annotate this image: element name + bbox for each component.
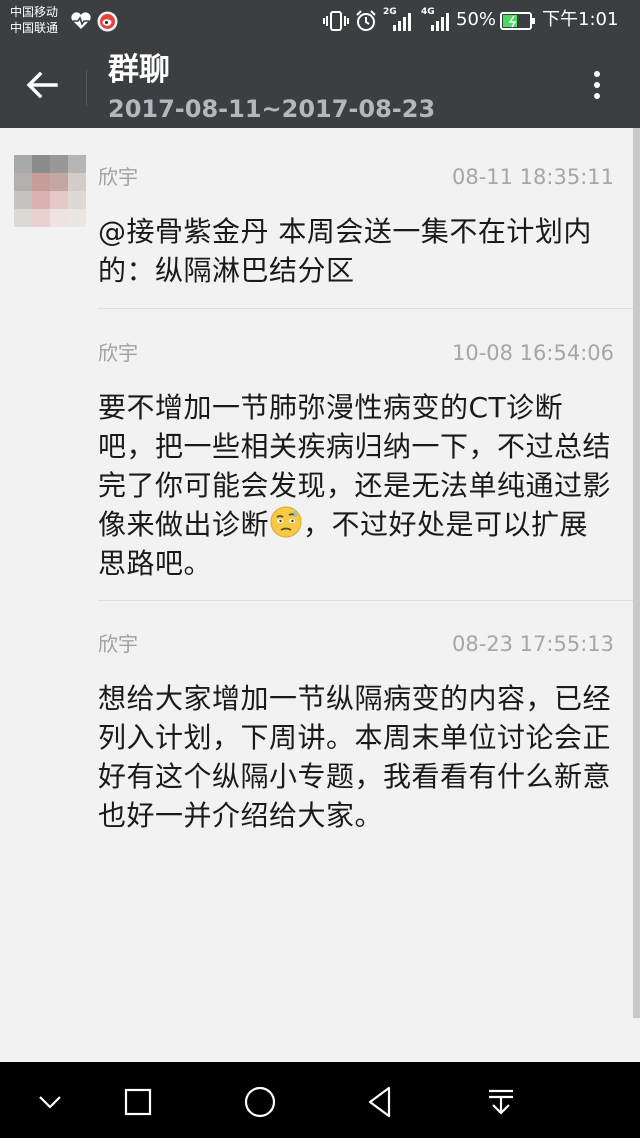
thinking-face-emoji	[270, 506, 302, 538]
message-divider	[98, 600, 640, 601]
message-time: 08-11 18:35:11	[451, 165, 614, 189]
home-icon[interactable]	[240, 1082, 280, 1122]
signal-icon-2	[431, 13, 449, 31]
message-text: 想给大家增加一节纵隔病变的内容，已经列入计划，下周讲。本周末单位讨论会正好有这个…	[98, 682, 612, 832]
message-text: 要不增加一节肺弥漫性病变的CT诊断吧，把一些相关疾病归纳一下，不过总结完了你可能…	[98, 388, 614, 583]
message-divider	[98, 308, 640, 309]
more-options-icon[interactable]	[580, 66, 614, 106]
collapse-icon[interactable]	[30, 1082, 70, 1122]
sender-name: 欣宇	[98, 341, 138, 365]
clock: 下午1:01	[542, 9, 619, 30]
weibo-icon	[97, 11, 118, 32]
more-dot	[594, 71, 600, 77]
battery-icon	[500, 12, 535, 30]
message-list[interactable]: 欣宇 08-11 18:35:11 @接骨紫金丹 本周会送一集不在计划内的：纵隔…	[0, 128, 640, 1062]
message-time: 10-08 16:54:06	[451, 341, 614, 365]
title-divider	[86, 70, 87, 106]
vibrate-icon	[323, 11, 349, 31]
recent-apps-icon[interactable]	[118, 1082, 158, 1122]
page-title: 群聊	[108, 52, 170, 88]
back-arrow-icon[interactable]	[22, 65, 62, 105]
sender-name: 欣宇	[98, 632, 138, 656]
message-time: 08-23 17:55:13	[451, 632, 614, 656]
signal-icon	[393, 13, 411, 31]
carrier-1: 中国移动	[10, 5, 59, 19]
alarm-icon	[356, 10, 376, 31]
notifications-icon[interactable]	[481, 1082, 521, 1122]
heart-rate-icon	[71, 12, 91, 29]
more-dot	[594, 82, 600, 88]
sender-name: 欣宇	[98, 165, 138, 189]
more-dot	[594, 93, 600, 99]
back-icon[interactable]	[360, 1082, 400, 1122]
date-range: 2017-08-11~2017-08-23	[108, 95, 436, 123]
title-bar: 群聊 2017-08-11~2017-08-23	[0, 42, 640, 128]
status-bar: 中国移动 中国联通 2G 4G 50% 下午1:01	[0, 0, 640, 42]
carrier-2: 中国联通	[10, 21, 59, 35]
carrier-info: 中国移动 中国联通	[10, 4, 58, 36]
navigation-bar	[0, 1062, 640, 1138]
message-text: @接骨紫金丹 本周会送一集不在计划内的：纵隔淋巴结分区	[98, 215, 592, 287]
scrollbar[interactable]	[633, 128, 640, 1018]
avatar[interactable]	[14, 155, 86, 227]
battery-percent: 50%	[456, 9, 497, 30]
